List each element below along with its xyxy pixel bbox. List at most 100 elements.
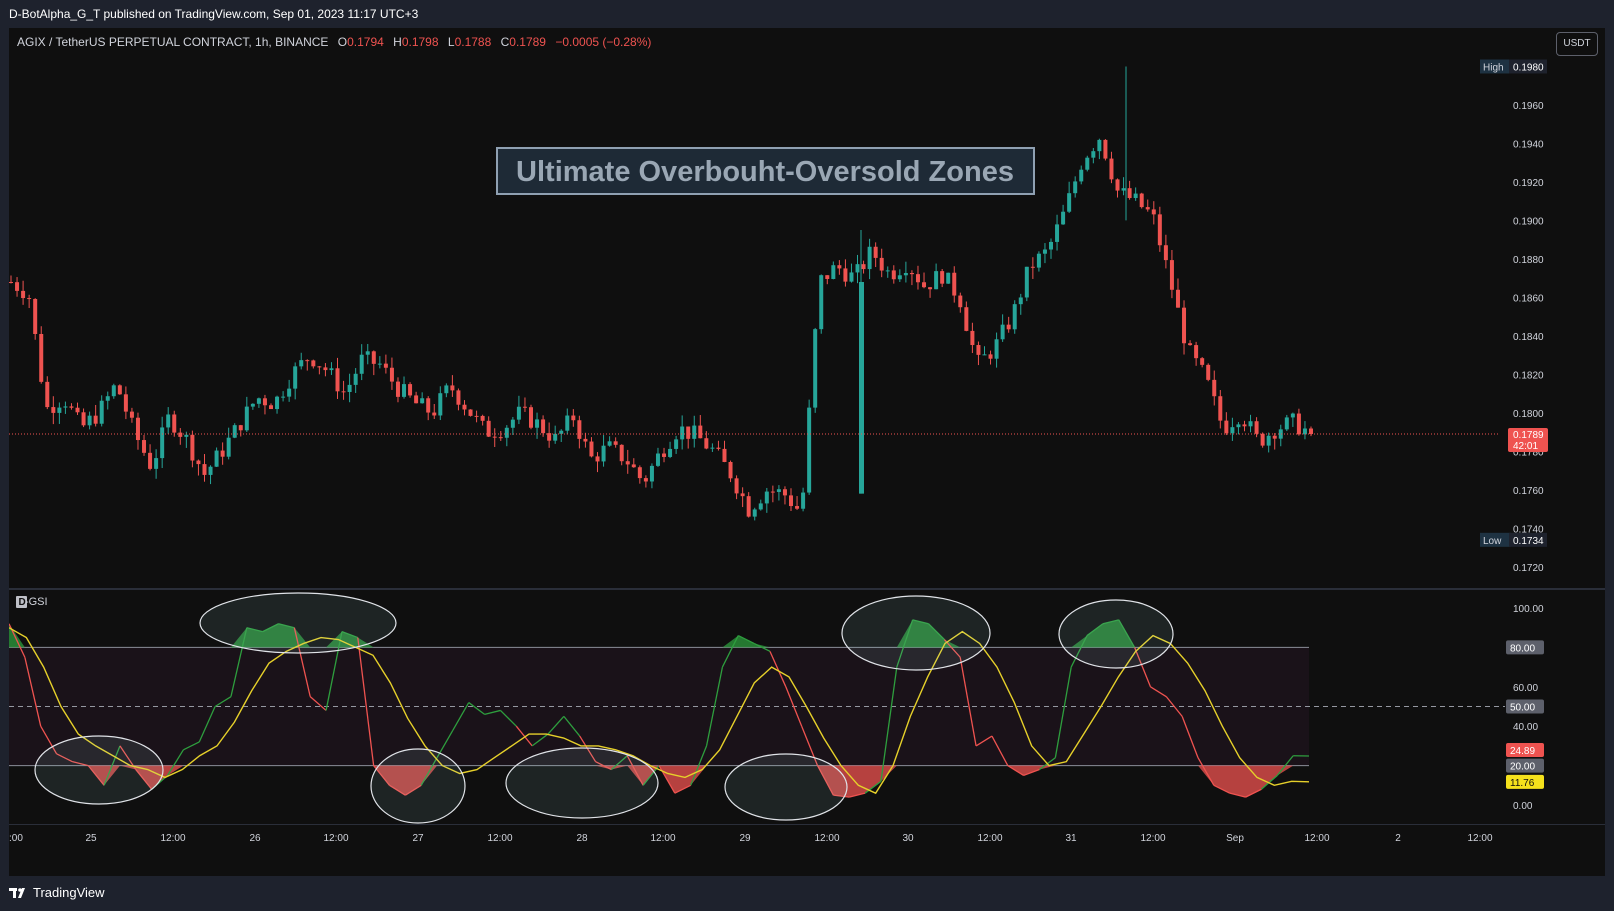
candle-body (698, 425, 703, 439)
candle-body (275, 396, 280, 410)
candle-body (994, 339, 999, 359)
candle-body (1151, 209, 1156, 215)
candle-body (51, 407, 56, 413)
candle-body (438, 393, 443, 416)
candle-body (214, 450, 219, 467)
time-tick-label: Sep (1226, 833, 1244, 844)
candle-body (553, 433, 558, 441)
candle-body (915, 274, 920, 283)
candle-body (1206, 364, 1211, 380)
currency-button[interactable]: USDT (1556, 32, 1598, 56)
candle-body (807, 407, 812, 493)
candle-body (202, 464, 207, 475)
candle-body (710, 447, 715, 449)
candle-body (1296, 413, 1301, 435)
candle-body (33, 299, 38, 334)
price-tick-label: 0.1900 (1513, 216, 1544, 227)
chart-area[interactable]: AGIX / TetherUS PERPETUAL CONTRACT, 1h, … (8, 28, 1605, 876)
candle-body (1302, 428, 1307, 435)
candle-body (1188, 343, 1193, 346)
footer-bar (0, 876, 1614, 911)
candle-body (752, 509, 757, 517)
candle-body (1079, 169, 1084, 182)
time-tick-label: 2 (1395, 833, 1401, 844)
candle-body (1061, 211, 1066, 225)
candle-body (903, 272, 908, 276)
candle-body (529, 407, 533, 428)
candle-body (952, 272, 957, 296)
pane-divider[interactable] (9, 588, 1605, 590)
time-tick-label: 12:00 (323, 833, 348, 844)
time-tick-label: 12:00 (1140, 833, 1165, 844)
candle-body (135, 417, 140, 441)
candle-body (1260, 433, 1265, 446)
candle-body (982, 354, 987, 356)
time-tick-label: 12:00 (1304, 833, 1329, 844)
candle-body (831, 265, 836, 279)
oversold-fill (9, 765, 1309, 798)
tradingview-logo[interactable]: TradingView (9, 885, 105, 900)
countdown-label: 42:01 (1513, 441, 1538, 452)
candle-body (117, 385, 122, 395)
candle-body (353, 373, 358, 385)
candle-body (1236, 424, 1241, 428)
candle-body (607, 441, 612, 446)
zone-ellipse (724, 753, 848, 821)
published-bar: D-BotAlpha_G_T published on TradingView.… (0, 0, 1614, 28)
candle-body (99, 400, 104, 424)
banner-title: Ultimate Overbouht-Oversold Zones (516, 156, 1014, 188)
candle-body (565, 415, 570, 431)
candle-body (184, 434, 189, 437)
candle-body (595, 456, 600, 462)
candle-body (1024, 266, 1029, 298)
candle-body (395, 381, 400, 397)
candle-body (843, 268, 848, 282)
candle-body (861, 264, 866, 270)
candle-body (789, 495, 793, 507)
candle-body (577, 420, 582, 439)
candle-body (420, 398, 425, 404)
candle-body (329, 368, 334, 371)
candle-body (1194, 345, 1199, 359)
candle-body (686, 426, 691, 439)
chart-svg[interactable]: AGIX / TetherUS PERPETUAL CONTRACT, 1h, … (8, 28, 1605, 876)
candle-body (1018, 297, 1023, 305)
candle-body (160, 427, 165, 459)
candle-body (928, 287, 933, 290)
candle-body (897, 275, 902, 280)
price-tick-label: 0.1720 (1513, 563, 1544, 574)
time-axis[interactable]: :00 25 12:00 26 12:00 27 12:00 28 12:00 29 12:00 30… (9, 824, 1605, 844)
candle-body (1218, 396, 1223, 421)
zone-ellipse (34, 735, 164, 805)
candle-body (299, 360, 304, 367)
candle-body (1272, 435, 1277, 439)
time-tick-label: 30 (902, 833, 914, 844)
candle-body (148, 452, 153, 469)
candle-body (722, 448, 727, 462)
candle-body (178, 432, 183, 437)
candle-body (1254, 421, 1259, 434)
candle-body (69, 406, 74, 408)
candle-body (347, 384, 352, 392)
candle-body (855, 264, 860, 273)
candle-body (668, 448, 673, 457)
candle-body (879, 257, 884, 271)
candle-body (244, 406, 249, 431)
published-text: D-BotAlpha_G_T published on TradingView.… (9, 7, 419, 21)
zone-ellipse (1058, 599, 1174, 669)
candle-body (541, 419, 546, 434)
candle-body (75, 407, 80, 413)
close-label-hdr: C (501, 35, 510, 49)
candle-body (444, 385, 449, 394)
candle-body (571, 415, 576, 421)
candle-body (335, 368, 340, 392)
candle-body (1127, 188, 1132, 199)
candle-body (946, 272, 951, 284)
time-tick-label: 12:00 (1467, 833, 1492, 844)
osc-tick-label: 60.00 (1513, 683, 1538, 694)
high-value-hdr: 0.1798 (402, 35, 439, 49)
candle-body (1139, 193, 1144, 208)
candle-body (389, 367, 394, 382)
candle-body (1049, 241, 1053, 250)
candle-body (764, 491, 769, 504)
